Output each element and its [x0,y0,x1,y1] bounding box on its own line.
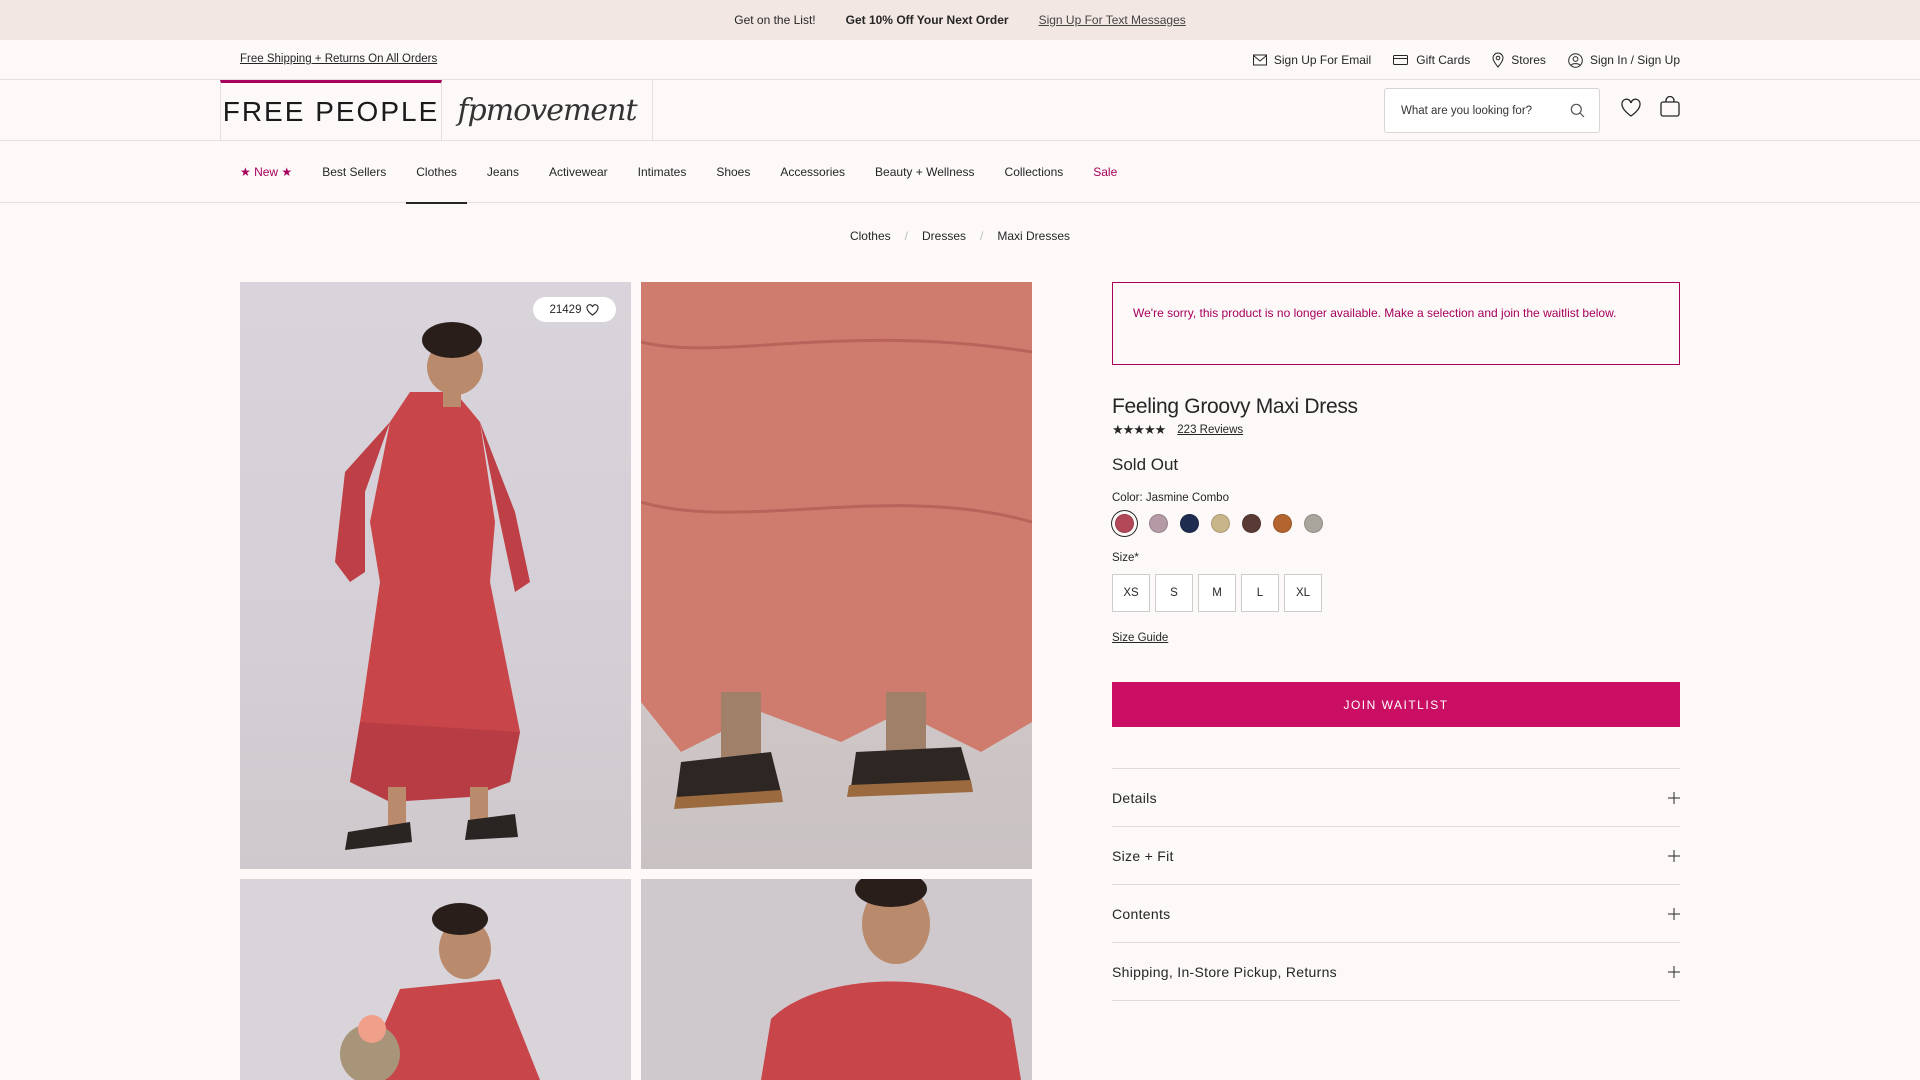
shopping-bag-icon[interactable] [1659,96,1681,118]
brand-name: FREE PEOPLE [222,96,440,127]
breadcrumb-maxi-dresses[interactable]: Maxi Dresses [997,229,1070,243]
envelope-icon [1252,54,1267,66]
rating-stars: ★★★★★ [1112,422,1166,437]
size-option-xl[interactable]: XL [1284,574,1322,612]
nav-item-accessories[interactable]: Accessories [770,141,855,203]
product-info: We're sorry, this product is no longer a… [1112,282,1680,1001]
size-option-xs[interactable]: XS [1112,574,1150,612]
email-signup-link[interactable]: Sign Up For Email [1252,53,1372,67]
size-option-l[interactable]: L [1241,574,1279,612]
search-box[interactable] [1384,88,1600,133]
color-swatch[interactable] [1273,514,1292,533]
email-signup-label: Sign Up For Email [1273,53,1372,67]
nav-item-sale[interactable]: Sale [1083,141,1127,203]
nav-item-shoes[interactable]: Shoes [706,141,760,203]
accordion-shipping[interactable]: Shipping, In-Store Pickup, Returns [1112,943,1680,1001]
nav-item-jeans[interactable]: Jeans [477,141,529,203]
heart-icon [586,303,600,316]
breadcrumb-separator: / [980,229,984,243]
reviews-link[interactable]: 223 Reviews [1177,424,1243,436]
join-waitlist-button[interactable]: JOIN WAITLIST [1112,682,1680,727]
size-guide-link[interactable]: Size Guide [1112,632,1680,644]
promo-bar: Get on the List! Get 10% Off Your Next O… [0,0,1920,40]
promo-offer-text: Get 10% Off Your Next Order [845,13,1009,27]
fp-movement-logo[interactable]: fpmovement [442,80,653,141]
text-signup-link[interactable]: Sign Up For Text Messages [1039,13,1186,27]
product-photo-side[interactable] [240,879,631,1080]
nav-item-collections[interactable]: Collections [995,141,1074,203]
accordion-label: Size + Fit [1112,847,1174,864]
plus-icon [1668,965,1680,978]
color-swatch[interactable] [1242,514,1261,533]
plus-icon [1668,849,1680,862]
color-swatch[interactable] [1115,514,1134,533]
color-label: Color: Jasmine Combo [1112,492,1229,504]
main-nav: ★ New ★ Best Sellers Clothes Jeans Activ… [0,141,1920,204]
nav-item-clothes[interactable]: Clothes [406,141,467,204]
stores-label: Stores [1511,53,1546,67]
product-rating: ★★★★★ 223 Reviews [1112,422,1680,438]
size-selector: XS S M L XL [1112,574,1680,612]
nav-item-beauty-wellness[interactable]: Beauty + Wellness [865,141,985,203]
size-label: Size* [1112,552,1139,564]
gift-cards-label: Gift Cards [1416,53,1471,67]
accordion-label: Contents [1112,905,1171,922]
gift-cards-link[interactable]: Gift Cards [1393,53,1470,67]
product-photo-front[interactable] [240,282,631,869]
breadcrumb: Clothes / Dresses / Maxi Dresses [0,229,1920,243]
accordion-label: Shipping, In-Store Pickup, Returns [1112,963,1337,980]
color-swatch[interactable] [1149,514,1168,533]
color-swatch[interactable] [1304,514,1323,533]
size-option-s[interactable]: S [1155,574,1193,612]
promo-list-text: Get on the List! [734,13,816,27]
accordion-label: Details [1112,789,1157,806]
accordion-details[interactable]: Details [1112,769,1680,827]
stores-link[interactable]: Stores [1492,52,1546,68]
unavailable-notice: We're sorry, this product is no longer a… [1112,282,1680,365]
color-swatches [1112,514,1680,533]
sign-in-link[interactable]: Sign In / Sign Up [1568,52,1680,68]
nav-item-intimates[interactable]: Intimates [628,141,697,203]
product-status: Sold Out [1112,455,1179,474]
user-icon [1568,52,1583,68]
search-icon[interactable] [1570,103,1585,118]
plus-icon [1668,907,1680,920]
breadcrumb-dresses[interactable]: Dresses [922,229,966,243]
breadcrumb-separator: / [904,229,908,243]
plus-icon [1668,791,1680,804]
product-title: Feeling Groovy Maxi Dress [1112,395,1358,418]
product-accordion: Details Size + Fit Contents Shipping, In… [1112,768,1680,1001]
accordion-contents[interactable]: Contents [1112,885,1680,943]
utility-bar: Free Shipping + Returns On All Orders Si… [0,40,1920,80]
like-badge[interactable]: 21429 [533,297,616,322]
nav-item-activewear[interactable]: Activewear [539,141,618,203]
location-pin-icon [1492,52,1504,68]
like-count: 21429 [549,303,582,316]
site-header: FREE PEOPLE fpmovement [0,80,1920,141]
product-photo-closeup[interactable] [641,879,1032,1080]
gift-card-icon [1393,55,1409,65]
search-input[interactable] [1401,104,1551,117]
nav-item-new[interactable]: ★ New ★ [230,141,302,203]
product-photo-skirt-detail[interactable] [641,282,1032,869]
heart-icon[interactable] [1620,98,1642,118]
free-people-logo[interactable]: FREE PEOPLE [220,80,442,141]
size-option-m[interactable]: M [1198,574,1236,612]
sign-in-label: Sign In / Sign Up [1589,53,1680,67]
free-shipping-link[interactable]: Free Shipping + Returns On All Orders [240,53,437,65]
sub-brand-name: fpmovement [457,93,637,128]
color-swatch[interactable] [1211,514,1230,533]
color-swatch[interactable] [1180,514,1199,533]
accordion-size-fit[interactable]: Size + Fit [1112,827,1680,885]
breadcrumb-clothes[interactable]: Clothes [850,229,891,243]
nav-item-best-sellers[interactable]: Best Sellers [312,141,396,203]
